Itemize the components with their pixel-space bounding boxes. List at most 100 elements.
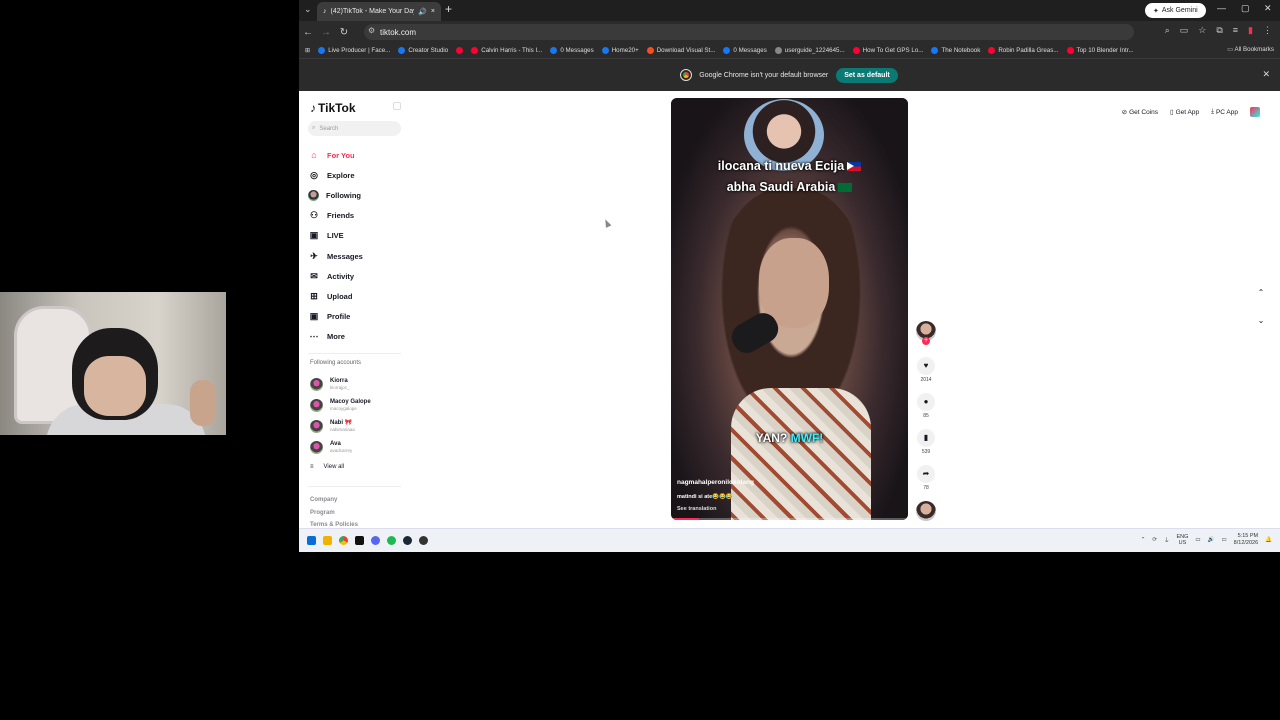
new-tab-button[interactable]: + [445,2,452,16]
network-icon[interactable]: ▭ [1195,537,1200,543]
sidebar-item-profile[interactable]: ▣ Profile [308,307,408,327]
discord-icon[interactable] [371,536,380,545]
pc-app-button[interactable]: ⤓ PC App [1211,108,1238,116]
see-translation-link[interactable]: See translation [677,506,716,512]
chrome-icon[interactable] [339,536,348,545]
back-icon[interactable]: ← [299,27,317,38]
battery-icon[interactable]: ▭ [1221,537,1226,543]
save-action[interactable]: ▮ 539 [916,429,936,455]
tray-chevron-icon[interactable]: ⌃ [1141,537,1146,543]
sidebar-item-messages[interactable]: ✈ Messages [308,246,408,266]
divider [308,486,401,487]
spotify-icon[interactable] [387,536,396,545]
sync-icon[interactable]: ⟳ [1152,537,1157,543]
site-info-icon[interactable]: ⚙ [368,26,375,35]
media-icon[interactable]: ≡ [1233,25,1238,36]
music-disc-avatar[interactable] [916,501,936,521]
set-as-default-button[interactable]: Set as default [836,67,898,83]
previous-video-icon[interactable]: ⌃ [1254,286,1268,300]
tab-tiktok[interactable]: ♪ (42)TikTok - Make Your Day 🔊 × [317,2,441,21]
usb-icon[interactable]: ⏚ [1164,536,1170,544]
bookmark-item[interactable]: 0 Messages [723,47,767,54]
view-all-button[interactable]: ≡ View all [310,464,344,470]
next-video-icon[interactable]: ⌄ [1254,314,1268,328]
bookmark-icon[interactable]: ▮ [917,429,935,447]
following-account[interactable]: Macoy Galope macoygalope [310,395,371,416]
star-icon[interactable]: ☆ [1198,25,1206,36]
bookmark-item[interactable]: Live Producer | Face... [318,47,390,54]
video-player[interactable]: ilocana ti nueva Ecija abha Saudi Arabia… [671,98,908,520]
notifications-icon[interactable]: 🔔 [1265,537,1272,543]
bookmark-item[interactable]: Download Visual St... [646,47,715,54]
sidebar-item-explore[interactable]: ◎ Explore [308,165,408,185]
menu-icon[interactable]: ⋮ [1263,25,1272,36]
start-icon[interactable] [307,536,316,545]
audio-icon[interactable]: 🔊 [418,8,427,16]
webcam-overlay [0,292,226,435]
messages-icon: ✈ [310,250,318,261]
bookmark-item[interactable]: How To Get GPS Lo... [852,47,923,54]
profile-avatar[interactable] [1250,107,1260,117]
infobar-close-icon[interactable]: ✕ [1262,69,1270,80]
tiktok-logo[interactable]: ♪ TikTok [310,101,356,115]
comment-action[interactable]: ● 85 [916,393,936,419]
bookmark-label: userguide_1224645... [784,47,845,54]
get-app-button[interactable]: ▯ Get App [1170,108,1199,117]
sidebar-item-activity[interactable]: ✉ Activity [308,266,408,286]
video-username[interactable]: nagmahalperonilokolang [677,479,754,486]
footer-company[interactable]: Company [310,494,358,507]
all-bookmarks-button[interactable]: ▭ All Bookmarks [1223,46,1274,53]
window-close-icon[interactable]: ✕ [1264,3,1272,14]
apps-icon[interactable]: ⊞ [305,47,310,54]
bookmark-item[interactable]: Creator Studio [398,47,448,54]
heart-icon[interactable]: ♥ [917,357,935,375]
obs-icon[interactable] [419,536,428,545]
sidebar-item-following[interactable]: Following [308,185,408,205]
ask-gemini-button[interactable]: ✦ Ask Gemini [1145,3,1206,18]
video-caption-line2: abha Saudi Arabia [671,180,908,194]
extensions-icon[interactable]: ⧉ [1216,25,1222,36]
share-action[interactable]: ➦ 78 [916,465,936,491]
sidebar-item-more[interactable]: ⋯ More [308,327,408,347]
footer-program[interactable]: Program [310,507,358,520]
bookmark-item[interactable]: Top 10 Blender Intr... [1066,47,1134,54]
reload-icon[interactable]: ↻ [335,27,353,38]
sidebar-item-live[interactable]: ▣ LIVE [308,226,408,246]
bookmark-item[interactable] [456,47,464,54]
bookmark-item[interactable]: Home20+ [601,47,639,54]
bookmark-item[interactable]: Robin Padilla Greas... [988,47,1059,54]
video-progress[interactable] [671,518,908,520]
address-bar[interactable]: ⚙ tiktok.com [364,24,1134,40]
collapse-sidebar-icon[interactable] [393,102,401,110]
comment-icon[interactable]: ● [917,393,935,411]
x-app-icon[interactable] [355,536,364,545]
cast-icon[interactable]: ▭ [1180,25,1189,36]
following-account[interactable]: Ava avadcarrey [310,437,371,458]
zoom-icon[interactable]: ⌕ [1165,25,1170,36]
following-account[interactable]: Nabi 🎀 nabimariaaa [310,416,371,437]
following-account[interactable]: Kiorra kiorrajpc_ [310,374,371,395]
minimize-icon[interactable]: — [1217,3,1226,13]
forward-icon[interactable]: → [317,27,335,38]
file-explorer-icon[interactable] [323,536,332,545]
tab-search-icon[interactable]: ⌄ [304,4,312,15]
bookmark-item[interactable]: 0 Messages [550,47,594,54]
clock[interactable]: 5:15 PM 8/12/2026 [1234,533,1258,547]
search-input[interactable]: ⌕ Search [308,121,401,136]
sidebar-item-friends[interactable]: ⚇ Friends [308,206,408,226]
sidebar-item-upload[interactable]: ⊞ Upload [308,286,408,306]
bookmark-item[interactable]: The Notebook [931,47,980,54]
like-action[interactable]: ♥ 2014 [916,357,936,383]
volume-icon[interactable]: 🔊 [1208,537,1215,543]
follow-plus-icon[interactable]: + [922,337,930,345]
steam-icon[interactable] [403,536,412,545]
sidebar-item-for-you[interactable]: ⌂ For You [308,145,408,165]
bookmark-item[interactable]: Calvin Harris - This I... [471,47,542,54]
tab-close-icon[interactable]: × [431,8,435,15]
language-indicator[interactable]: ENG US [1176,534,1188,546]
extension-pin-icon[interactable]: ▮ [1248,25,1253,36]
maximize-icon[interactable]: ▢ [1241,3,1250,14]
share-icon[interactable]: ➦ [917,465,935,483]
bookmark-item[interactable]: userguide_1224645... [774,47,845,54]
get-coins-button[interactable]: ⊘ Get Coins [1122,108,1158,117]
